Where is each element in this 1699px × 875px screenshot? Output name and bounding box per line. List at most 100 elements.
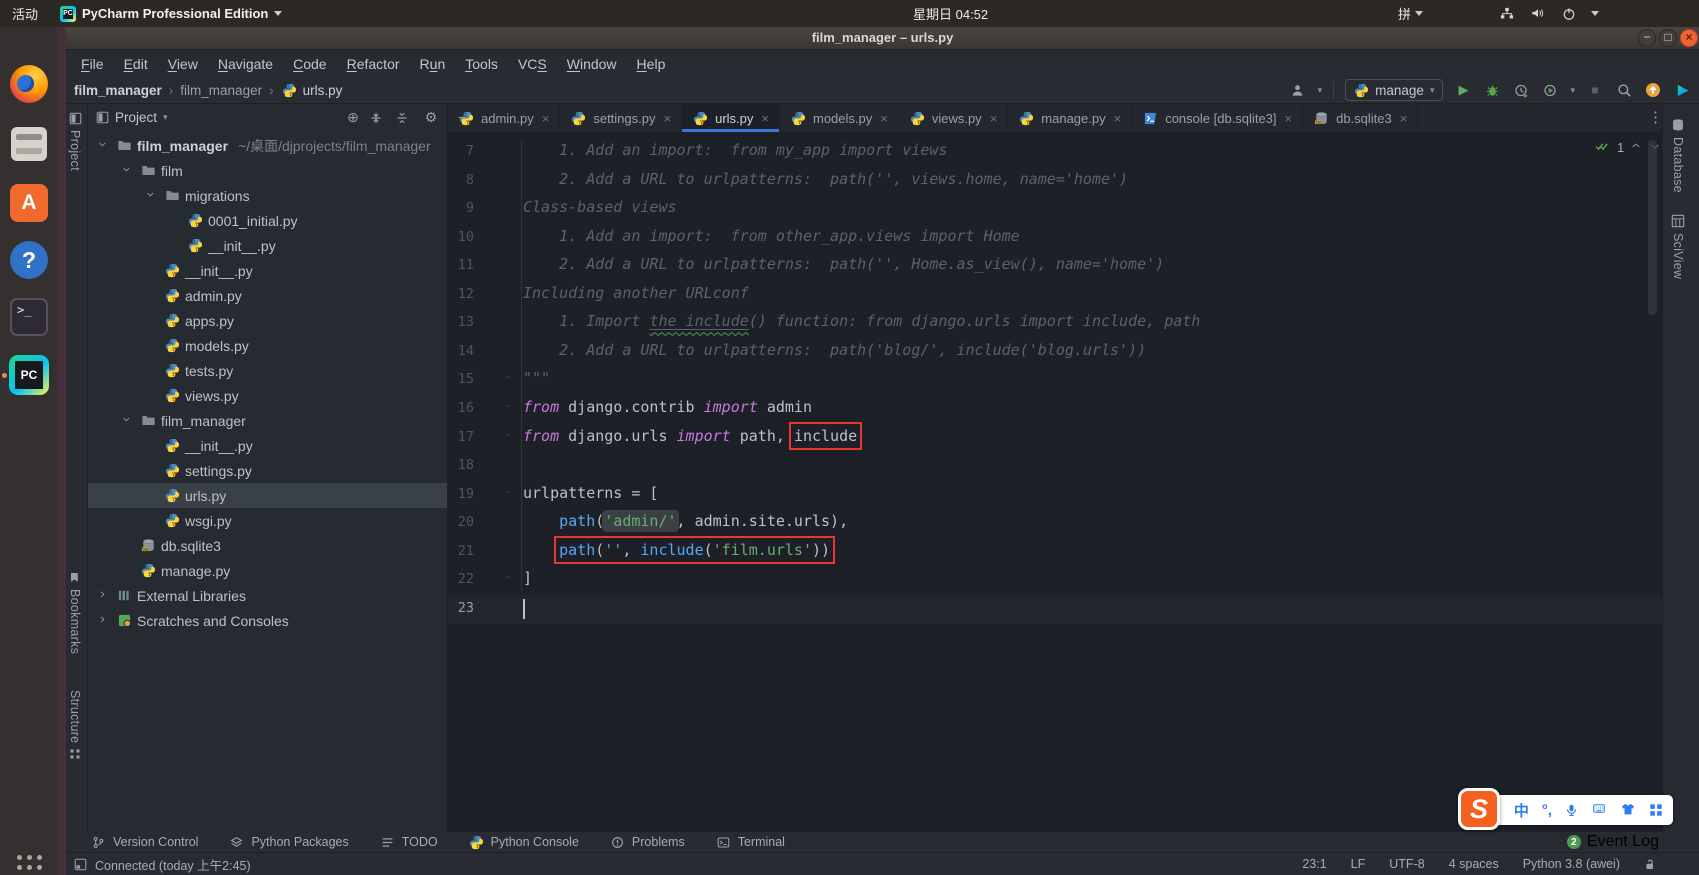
code-line-12[interactable]: 12 Including another URLconf	[448, 281, 1662, 310]
line-separator[interactable]: LF	[1351, 857, 1366, 871]
expand-all-button[interactable]	[369, 111, 389, 125]
toolwindow-python-console[interactable]: Python Console	[468, 835, 579, 850]
tree-item-views.py[interactable]: views.py	[88, 383, 447, 408]
line-number[interactable]: 17	[448, 429, 474, 445]
collapse-all-button[interactable]	[395, 111, 415, 125]
activities-button[interactable]: 活动	[12, 0, 38, 27]
breadcrumb-item[interactable]: film_manager	[180, 83, 262, 98]
menu-edit[interactable]: Edit	[115, 53, 157, 75]
close-tab-icon[interactable]: ×	[542, 111, 550, 126]
toolwindow-structure[interactable]: Structure	[68, 690, 82, 760]
line-number[interactable]: 22	[448, 571, 474, 587]
tab-db.sqlite3[interactable]: SQL db.sqlite3 ×	[1303, 104, 1419, 132]
update-notification-icon[interactable]	[1644, 81, 1662, 99]
dock-pycharm[interactable]: PC	[7, 353, 51, 397]
fold-marker-icon[interactable]	[504, 490, 516, 502]
soft-keyboard-icon[interactable]	[1591, 804, 1607, 816]
hide-project-panel-button[interactable]: −	[458, 109, 466, 125]
run-button[interactable]: ▶	[1454, 81, 1472, 99]
toolwindow-project[interactable]: Project	[68, 112, 82, 171]
menu-navigate[interactable]: Navigate	[209, 53, 282, 75]
indent-setting[interactable]: 4 spaces	[1449, 857, 1499, 871]
code-line-22[interactable]: 22]	[448, 566, 1662, 595]
close-tab-icon[interactable]: ×	[1285, 111, 1293, 126]
sogou-lang-toggle[interactable]: 中	[1514, 800, 1529, 821]
toolwindow-todo[interactable]: TODO	[379, 835, 438, 850]
tree-item-db.sqlite3[interactable]: SQL db.sqlite3	[88, 533, 447, 558]
line-number[interactable]: 7	[448, 143, 474, 159]
code-line-10[interactable]: 10 1. Add an import: from other_app.view…	[448, 224, 1662, 253]
toolwindow-sciview[interactable]: SciView	[1671, 214, 1685, 279]
tree-item-apps.py[interactable]: apps.py	[88, 308, 447, 333]
code-line-15[interactable]: 15 """	[448, 366, 1662, 395]
code-line-14[interactable]: 14 2. Add a URL to urlpatterns: path('bl…	[448, 338, 1662, 367]
toolwindow-version-control[interactable]: Version Control	[90, 835, 198, 850]
coverage-button[interactable]	[1541, 81, 1559, 99]
locate-file-button[interactable]: ⊕	[343, 109, 363, 126]
code-line-21[interactable]: 21 path('', include('film.urls'))	[448, 535, 1662, 567]
tab-urls.py[interactable]: urls.py ×	[682, 104, 780, 132]
debug-button[interactable]	[1483, 81, 1501, 99]
dock-terminal[interactable]: >_	[7, 295, 51, 339]
tree-item-admin.py[interactable]: admin.py	[88, 283, 447, 308]
dock-help[interactable]: ?	[7, 238, 51, 282]
menu-file[interactable]: File	[72, 53, 113, 75]
line-number[interactable]: 11	[448, 257, 474, 273]
tree-item-film[interactable]: film	[88, 158, 447, 183]
code-line-7[interactable]: 7 1. Add an import: from my_app import v…	[448, 138, 1662, 167]
chevron-down-icon[interactable]	[143, 187, 160, 204]
tree-item-ExternalLibraries[interactable]: External Libraries	[88, 583, 447, 608]
maximize-button[interactable]: □	[1659, 29, 1677, 47]
line-number[interactable]: 16	[448, 400, 474, 416]
tree-item-__init__.py[interactable]: __init__.py	[88, 233, 447, 258]
dock-files[interactable]	[7, 122, 51, 166]
file-encoding[interactable]: UTF-8	[1389, 857, 1424, 871]
line-number[interactable]: 14	[448, 343, 474, 359]
codewith-me-user-icon[interactable]	[1289, 81, 1307, 99]
fold-marker-icon[interactable]	[504, 404, 516, 416]
tab-views.py[interactable]: views.py ×	[899, 104, 1009, 132]
window-titlebar[interactable]: film_manager – urls.py − □ ×	[66, 27, 1699, 50]
tree-item-__init__.py[interactable]: __init__.py	[88, 433, 447, 458]
code-line-11[interactable]: 11 2. Add a URL to urlpatterns: path('',…	[448, 252, 1662, 281]
code-line-13[interactable]: 13 1. Import the include() function: fro…	[448, 309, 1662, 338]
tab-settings.py[interactable]: settings.py ×	[560, 104, 683, 132]
toolwindow-problems[interactable]: Problems	[609, 835, 685, 850]
chevron-down-icon[interactable]	[95, 137, 112, 154]
code-line-9[interactable]: 9 Class-based views	[448, 195, 1662, 224]
close-tab-icon[interactable]: ×	[1114, 111, 1122, 126]
system-tray[interactable]	[1498, 0, 1599, 27]
breadcrumb-item[interactable]: film_manager	[74, 83, 162, 98]
caret-position[interactable]: 23:1	[1302, 857, 1326, 871]
close-button[interactable]: ×	[1680, 29, 1698, 47]
line-number[interactable]: 20	[448, 514, 474, 530]
tab-consoledb.sqlite3[interactable]: console [db.sqlite3] ×	[1132, 104, 1304, 132]
menu-run[interactable]: Run	[411, 53, 455, 75]
close-tab-icon[interactable]: ×	[990, 111, 998, 126]
code-line-8[interactable]: 8 2. Add a URL to urlpatterns: path('', …	[448, 167, 1662, 196]
toolwindow-terminal[interactable]: Terminal	[715, 835, 785, 850]
fold-marker-icon[interactable]	[504, 433, 516, 445]
fold-marker-icon[interactable]	[504, 375, 516, 387]
close-tab-icon[interactable]: ×	[1400, 111, 1408, 126]
sogou-punctuation-toggle[interactable]: °,	[1542, 802, 1552, 819]
tree-item-film_manager[interactable]: film_manager	[88, 408, 447, 433]
menu-tools[interactable]: Tools	[456, 53, 507, 75]
sogou-logo-icon[interactable]: S	[1458, 788, 1500, 830]
line-number[interactable]: 8	[448, 172, 474, 188]
code-line-19[interactable]: 19 urlpatterns = [	[448, 481, 1662, 510]
close-tab-icon[interactable]: ×	[880, 111, 888, 126]
run-anything-icon[interactable]	[1673, 81, 1691, 99]
chevron-right-icon[interactable]	[95, 587, 112, 604]
tree-item-tests.py[interactable]: tests.py	[88, 358, 447, 383]
tab-options-kebab-icon[interactable]: ⋮	[1648, 108, 1663, 126]
tab-models.py[interactable]: models.py ×	[780, 104, 899, 132]
stop-button[interactable]: ■	[1586, 81, 1604, 99]
line-number[interactable]: 18	[448, 457, 474, 473]
close-tab-icon[interactable]: ×	[761, 111, 769, 126]
run-configuration-select[interactable]: manage ▾	[1345, 79, 1444, 101]
line-number[interactable]: 12	[448, 286, 474, 302]
code-line-23[interactable]: 23	[448, 594, 1662, 624]
dock-firefox[interactable]	[7, 62, 51, 106]
fold-marker-icon[interactable]	[504, 575, 516, 587]
